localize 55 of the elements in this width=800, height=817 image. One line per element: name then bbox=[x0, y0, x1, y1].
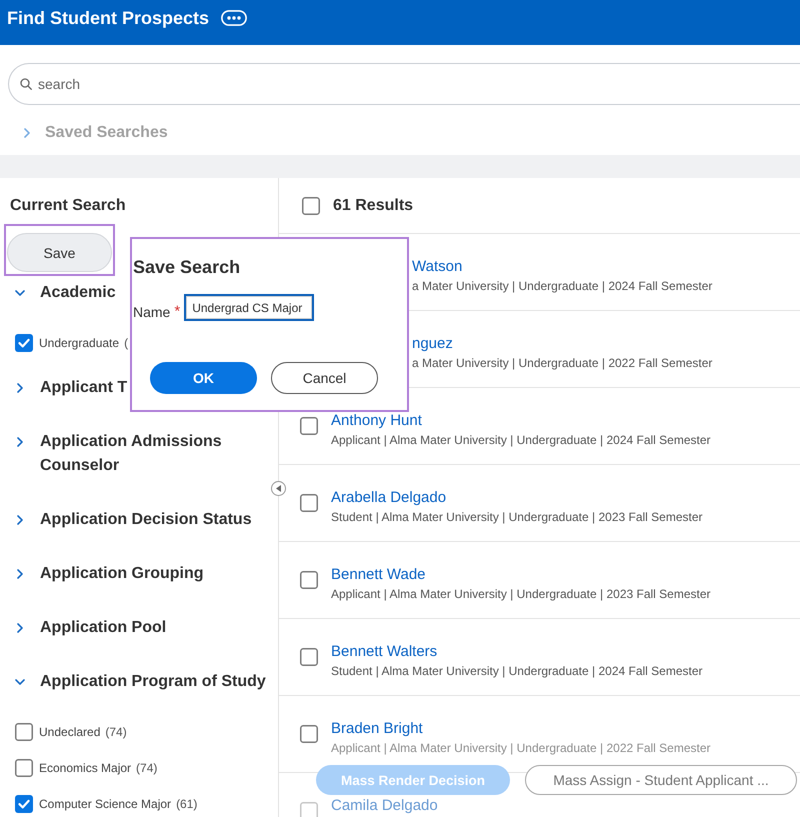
option-label: Undeclared bbox=[39, 725, 100, 739]
filter-heading[interactable]: Application Decision Status bbox=[0, 493, 252, 547]
triangle-left-icon bbox=[276, 485, 280, 492]
filter-heading[interactable]: Application Grouping bbox=[0, 547, 204, 601]
row-checkbox[interactable] bbox=[300, 802, 318, 817]
save-button[interactable]: Save bbox=[7, 233, 112, 272]
student-details: Student | Alma Mater University | Undergraduate | 2023 Fall Semester bbox=[331, 509, 703, 526]
row-checkbox[interactable] bbox=[300, 417, 318, 435]
student-details: a Mater University | Undergraduate | 2024 Fall Semester bbox=[412, 278, 712, 295]
search-field[interactable]: search bbox=[8, 63, 800, 105]
option-count: (74) bbox=[105, 725, 127, 739]
checkbox[interactable] bbox=[15, 723, 33, 741]
student-name-link[interactable]: Arabella Delgado bbox=[331, 488, 703, 508]
ok-button[interactable]: OK bbox=[150, 362, 257, 394]
required-marker: * bbox=[174, 303, 180, 321]
option-label: Undergraduate bbox=[39, 336, 120, 350]
student-details: Applicant | Alma Mater University | Undergraduate | 2022 Fall Semester bbox=[331, 740, 711, 757]
student-name-link[interactable]: Braden Bright bbox=[331, 719, 711, 739]
row-checkbox[interactable] bbox=[300, 494, 318, 512]
filter-heading[interactable]: Applicant T bbox=[0, 361, 128, 415]
collapse-panel-button[interactable] bbox=[271, 481, 286, 496]
section-title: Current Search bbox=[9, 196, 127, 216]
option-count: (61) bbox=[176, 797, 198, 811]
filter-heading[interactable]: Application Admissions Counselor bbox=[0, 415, 278, 493]
results-count: 61 Results bbox=[333, 196, 414, 214]
row-checkbox[interactable] bbox=[300, 648, 318, 666]
student-name-link[interactable]: Anthony Hunt bbox=[331, 411, 711, 431]
student-name-link[interactable]: Watson bbox=[412, 257, 712, 277]
student-details: a Mater University | Undergraduate | 2022 Fall Semester bbox=[412, 355, 712, 372]
student-details: Applicant | Alma Mater University | Undergraduate | 2023 Fall Semester bbox=[331, 586, 711, 603]
checkbox[interactable] bbox=[15, 795, 33, 813]
page-title: Find Student Prospects bbox=[7, 6, 210, 28]
option-label: Economics Major bbox=[39, 761, 132, 775]
filter-heading[interactable]: Application Program of Study bbox=[0, 655, 266, 709]
filter-heading[interactable]: Application Pool bbox=[0, 601, 166, 655]
student-name-link[interactable]: Bennett Walters bbox=[331, 642, 703, 662]
row-checkbox[interactable] bbox=[300, 571, 318, 589]
checkbox[interactable] bbox=[15, 334, 33, 352]
search-icon bbox=[20, 78, 32, 90]
option-label: Computer Science Major bbox=[39, 797, 172, 811]
name-input[interactable]: Undergrad CS Major bbox=[184, 294, 314, 321]
select-all-checkbox[interactable] bbox=[302, 196, 320, 214]
filter-heading[interactable]: Academic bbox=[0, 276, 116, 320]
option-count: (74) bbox=[136, 761, 158, 775]
cancel-button[interactable]: Cancel bbox=[271, 362, 378, 394]
option-count: ( bbox=[124, 336, 128, 350]
student-details: Student | Alma Mater University | Undergraduate | 2024 Fall Semester bbox=[331, 663, 703, 680]
student-name-link[interactable]: Bennett Wade bbox=[331, 565, 711, 585]
student-name-link[interactable]: nguez bbox=[412, 334, 712, 354]
dialog-title: Save Search bbox=[133, 256, 242, 278]
student-details: Applicant | Alma Mater University | Undergraduate | 2024 Fall Semester bbox=[331, 432, 711, 449]
more-options-icon[interactable] bbox=[221, 10, 248, 26]
row-checkbox[interactable] bbox=[300, 725, 318, 743]
checkbox[interactable] bbox=[15, 759, 33, 777]
field-label: Name bbox=[133, 303, 170, 321]
